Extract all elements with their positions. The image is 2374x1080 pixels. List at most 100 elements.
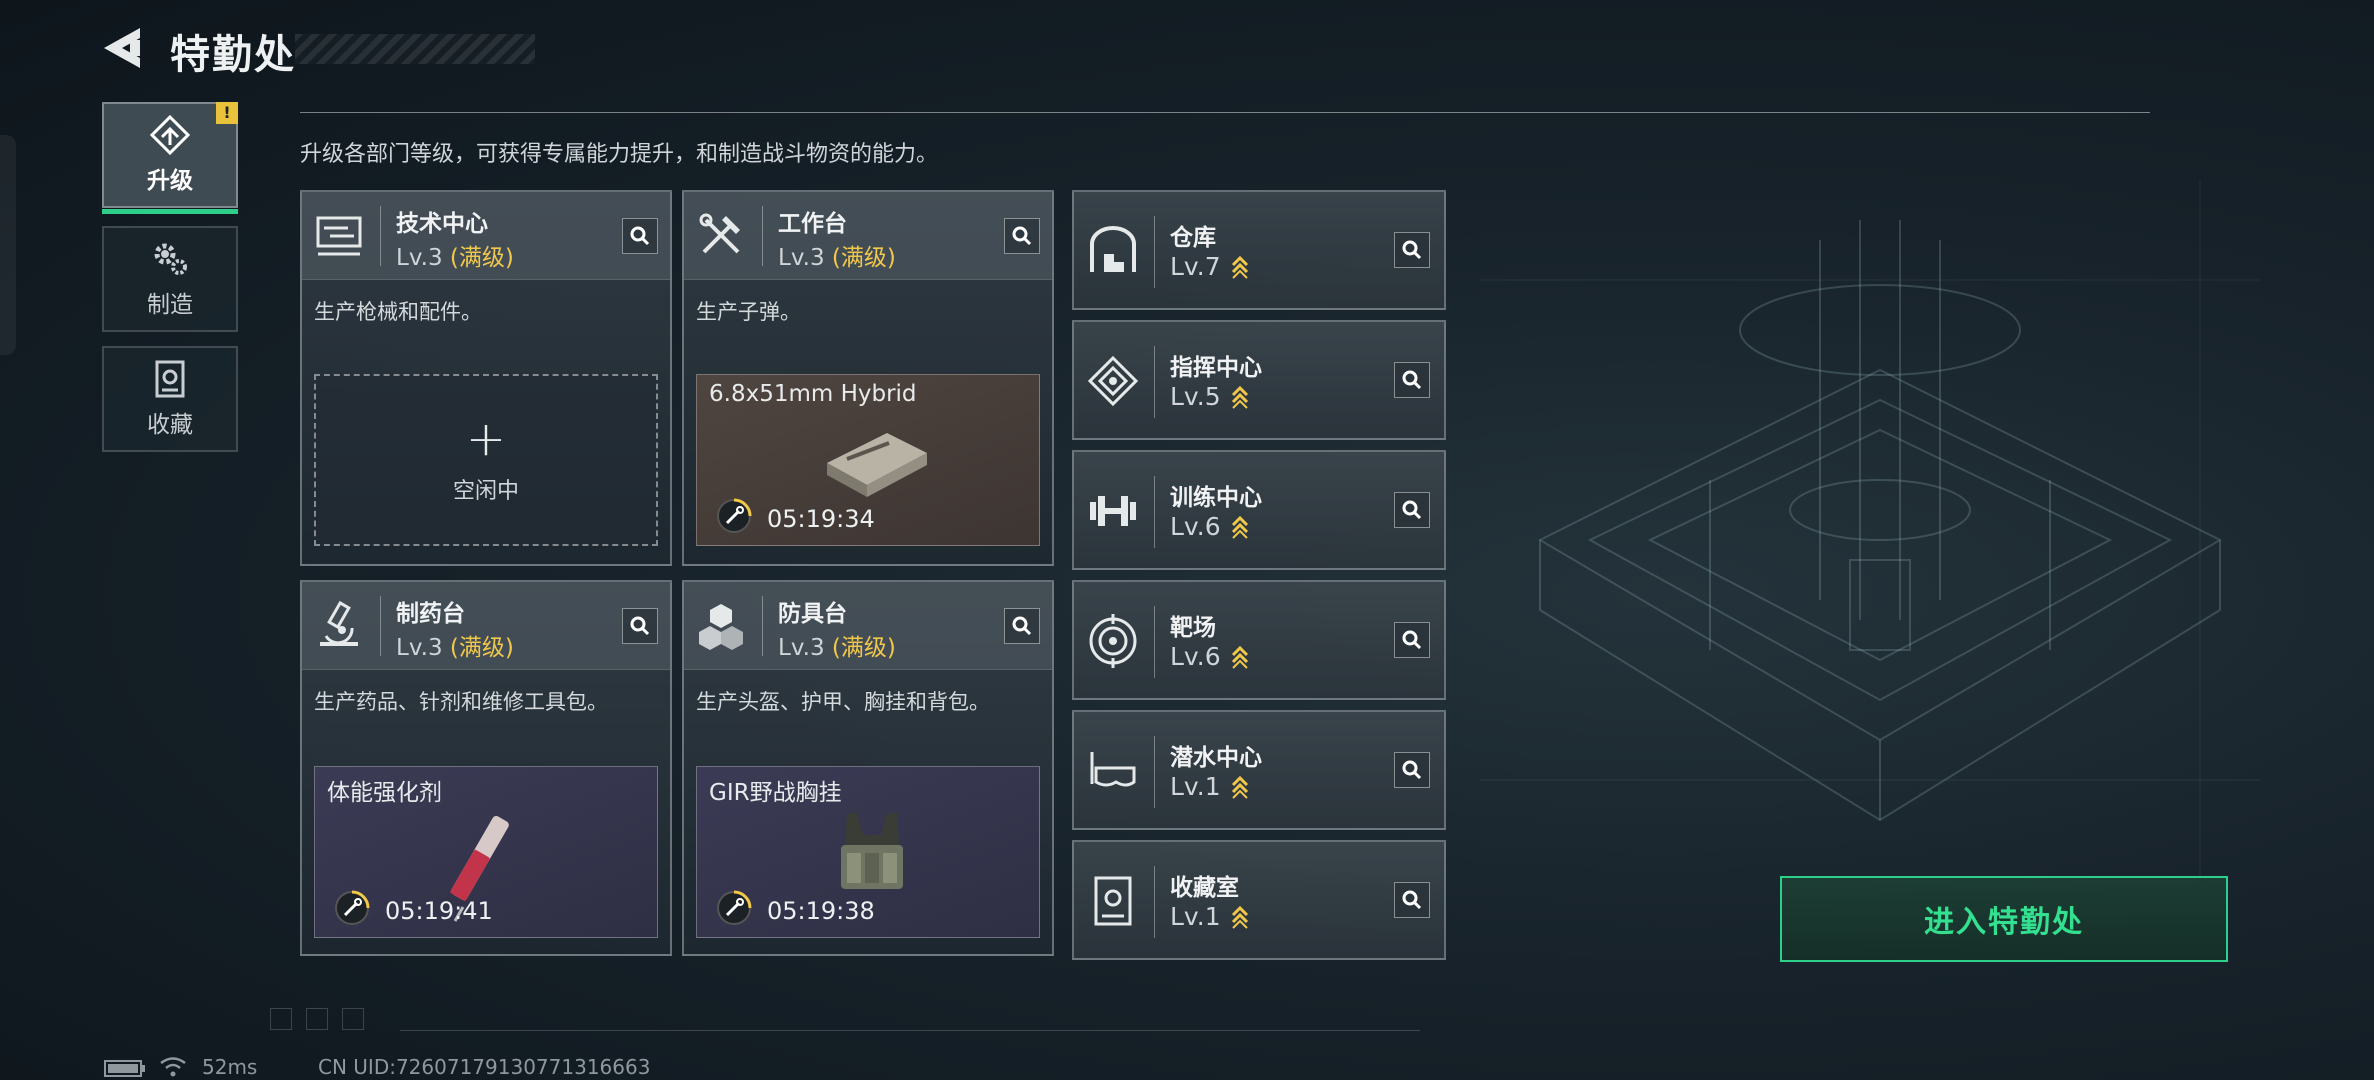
search-button[interactable] [1394,492,1430,528]
crafting-slot[interactable]: 体能强化剂 05:19:41 [314,766,658,938]
search-button[interactable] [1394,232,1430,268]
search-icon [1402,630,1422,650]
decor-square [306,1008,328,1030]
collection-icon [155,360,185,398]
search-icon [1402,240,1422,260]
tab-craft-label: 制造 [147,292,193,318]
timer-wrench-icon [335,890,370,925]
upgrade-chevron-icon [1231,645,1248,669]
decor-square [342,1008,364,1030]
upgrade-chevron-icon [1231,515,1248,539]
search-button[interactable] [1004,608,1040,644]
search-icon [1012,616,1032,636]
search-icon [1402,500,1422,520]
collection-room-icon [1094,876,1132,926]
tab-collection[interactable]: 收藏 [102,346,238,452]
facility-name: 指挥中心 [1170,355,1262,381]
facility-name: 靶场 [1170,615,1216,641]
facility-collection-room[interactable]: 收藏室 Lv.1 [1072,840,1446,960]
crafting-timer: 05:19:41 [385,897,493,925]
base-blueprint-illustration [1480,180,2260,880]
workshop-name: 制药台 [396,601,465,627]
search-icon [630,616,650,636]
timer-wrench-icon [717,498,752,533]
workshop-level: Lv.3 (满级) [396,635,514,661]
upgrade-chevron-icon [1231,385,1248,409]
alert-badge: ! [216,102,238,124]
crafting-slot[interactable]: 6.8x51mm Hybrid 05:19:34 [696,374,1040,546]
microscope-icon [320,600,358,646]
workshop-name: 工作台 [778,211,847,237]
back-arrow-icon[interactable] [100,24,144,72]
plus-icon: + [465,411,507,467]
max-level-label: (满级) [449,635,514,661]
facility-training-center[interactable]: 训练中心 Lv.6 [1072,450,1446,570]
empty-craft-slot[interactable]: + 空闲中 [314,374,658,546]
facility-level: Lv.6 [1170,642,1249,671]
decor-line [400,1030,1420,1031]
tab-upgrade[interactable]: ! 升级 [102,102,238,214]
battery-icon [104,1060,145,1077]
ammo-box-image [827,433,927,497]
search-icon [1402,890,1422,910]
max-level-label: (满级) [831,635,896,661]
facility-name: 收藏室 [1170,875,1239,901]
chest-rig-image [841,813,903,889]
facility-shooting-range[interactable]: 靶场 Lv.6 [1072,580,1446,700]
search-button[interactable] [622,218,658,254]
command-icon [1087,355,1139,407]
crafting-item-name: GIR野战胸挂 [709,780,842,806]
page-description: 升级各部门等级，可获得专属能力提升，和制造战斗物资的能力。 [300,142,939,167]
max-level-label: (满级) [831,245,896,271]
divider [300,112,2150,113]
target-icon [1089,614,1137,668]
workshop-description: 生产头盔、护甲、胸挂和背包。 [696,690,990,714]
enter-special-ops-button[interactable]: 进入特勤处 [1780,876,2228,962]
crafting-slot[interactable]: GIR野战胸挂 05:19:38 [696,766,1040,938]
title-decoration [295,34,535,64]
facility-level: Lv.5 [1170,382,1249,411]
search-icon [630,226,650,246]
search-button[interactable] [1004,218,1040,254]
monitor-icon [316,216,362,256]
tab-craft[interactable]: 制造 [102,226,238,332]
search-icon [1012,226,1032,246]
crafting-timer: 05:19:34 [767,505,875,533]
search-button[interactable] [1394,882,1430,918]
workshop-description: 生产枪械和配件。 [314,300,482,324]
facility-command-center[interactable]: 指挥中心 Lv.5 [1072,320,1446,440]
gear-icon [154,243,187,275]
search-button[interactable] [1394,622,1430,658]
search-button[interactable] [622,608,658,644]
facility-diving-center[interactable]: 潜水中心 Lv.1 [1072,710,1446,830]
upgrade-icon [149,115,191,155]
facility-name: 仓库 [1170,225,1216,251]
warehouse-icon [1090,226,1136,272]
idle-label: 空闲中 [452,479,519,504]
search-button[interactable] [1394,362,1430,398]
facility-warehouse[interactable]: 仓库 Lv.7 [1072,190,1446,310]
search-icon [1402,370,1422,390]
upgrade-chevron-icon [1231,905,1248,929]
crafting-item-name: 6.8x51mm Hybrid [709,381,917,407]
tools-icon [699,213,740,254]
max-level-label: (满级) [449,245,514,271]
workshop-card-pharmacy[interactable]: 制药台 Lv.3 (满级) 生产药品、针剂和维修工具包。 体能强化剂 05:19… [300,580,672,956]
facility-level: Lv.7 [1170,252,1249,281]
crafting-timer: 05:19:38 [767,897,875,925]
decor-square [270,1008,292,1030]
workshop-name: 防具台 [778,601,847,627]
ping-readout: 52ms [202,1055,258,1079]
side-drawer-handle[interactable] [0,135,16,355]
facility-level: Lv.1 [1170,772,1249,801]
workshop-description: 生产药品、针剂和维修工具包。 [314,690,608,714]
facility-name: 训练中心 [1170,485,1262,511]
diving-mask-icon [1090,752,1136,787]
crafting-item-name: 体能强化剂 [327,780,442,806]
workshop-card-workbench[interactable]: 工作台 Lv.3 (满级) 生产子弹。 6.8x51mm Hybrid 05:1… [682,190,1054,566]
workshop-card-armor[interactable]: 防具台 Lv.3 (满级) 生产头盔、护甲、胸挂和背包。 GIR野战胸挂 05:… [682,580,1054,956]
search-button[interactable] [1394,752,1430,788]
wifi-icon [160,1057,186,1077]
workshop-card-tech-center[interactable]: 技术中心 Lv.3 (满级) 生产枪械和配件。 + 空闲中 [300,190,672,566]
upgrade-chevron-icon [1231,255,1248,279]
